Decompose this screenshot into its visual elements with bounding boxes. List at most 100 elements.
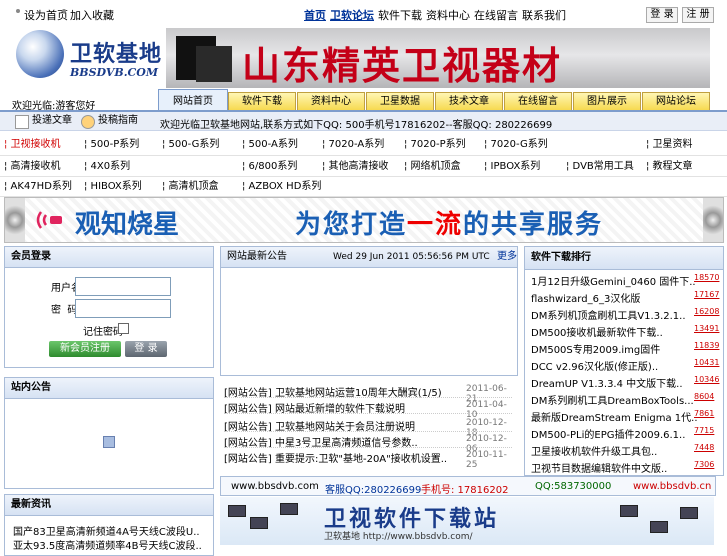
list-item[interactable]: flashwizard_6_3汉化版: [531, 290, 640, 305]
download-site-banner[interactable]: 卫视软件下载站 卫软基地 http://www.bbsdvb.com/: [220, 497, 714, 545]
top-register-button[interactable]: 注 册: [682, 7, 714, 23]
contact-qq: 客服QQ:280226699: [325, 485, 422, 496]
computer-icon: [680, 507, 698, 519]
username-input[interactable]: [75, 277, 171, 296]
list-item[interactable]: 国产83卫星高清新频道4A号天线C波段U..: [13, 523, 200, 538]
top-login-button[interactable]: 登 录: [646, 7, 678, 23]
top-nav: 首页 卫软论坛 软件下载 资料中心 在线留言 联系我们: [304, 7, 570, 23]
cat-ipbox[interactable]: ¦ IPBOX系列: [484, 157, 540, 177]
list-item[interactable]: 卫视节目数据编辑软件中文版..: [531, 460, 667, 475]
list-item[interactable]: 1月12日升级Gemini_0460 固件下..: [531, 273, 696, 288]
top-nav-message[interactable]: 在线留言: [474, 9, 518, 22]
tab-articles[interactable]: 技术文章: [435, 92, 503, 112]
contact-qq2: QQ:583730000: [535, 481, 612, 492]
cat-network-box[interactable]: ¦ 网络机顶盒: [404, 157, 461, 177]
tab-message[interactable]: 在线留言: [504, 92, 572, 112]
login-panel-title: 会员登录: [5, 247, 213, 268]
remember-checkbox[interactable]: [118, 323, 129, 334]
password-input[interactable]: [75, 299, 171, 318]
ad-title-right: 为您打造一流的共享服务: [295, 210, 604, 240]
computer-icon: [228, 505, 246, 517]
cat-azbox[interactable]: ¦ AZBOX HD系列: [242, 177, 321, 197]
top-nav-contact[interactable]: 联系我们: [522, 9, 566, 22]
contact-site2[interactable]: www.bbsdvb.cn: [633, 481, 711, 492]
list-item[interactable]: 最新版DreamStream Enigma 1代..: [531, 409, 698, 424]
cat-hibox[interactable]: ¦ HIBOX系列: [84, 177, 142, 197]
download-ranking-title: 软件下载排行: [525, 247, 723, 270]
bullet-icon: [62, 9, 66, 13]
download-count: 10431: [694, 358, 720, 367]
cat-tutorials[interactable]: ¦ 教程文章: [646, 157, 693, 177]
list-item[interactable]: DM500S专用2009.img固件: [531, 341, 660, 356]
divider: [224, 447, 512, 449]
tab-pictures[interactable]: 图片展示: [573, 92, 641, 112]
contact-phone: 手机号: 17816202: [421, 485, 509, 496]
download-count: 10346: [694, 375, 720, 384]
submit-article-button[interactable]: 投递文章: [14, 114, 72, 129]
list-item[interactable]: DM系列刷机工具DreamBoxTools...: [531, 392, 694, 407]
logo-name: 卫软基地: [70, 41, 163, 67]
cat-receiver[interactable]: ¦ 卫视接收机: [4, 135, 61, 155]
download-count: 16208: [694, 307, 720, 316]
contact-site[interactable]: www.bbsdvb.com: [231, 481, 319, 492]
add-favorite-link[interactable]: 加入收藏: [70, 7, 114, 23]
cat-satellite-data[interactable]: ¦ 卫星资料: [646, 135, 693, 155]
tab-forum[interactable]: 网站论坛: [642, 92, 710, 112]
cat-ak47hd[interactable]: ¦ AK47HD系列: [4, 177, 72, 197]
tab-download[interactable]: 软件下载: [228, 92, 296, 112]
cat-4x0[interactable]: ¦ 4X0系列: [84, 157, 130, 177]
top-nav-docs[interactable]: 资料中心: [426, 9, 470, 22]
news-date: 2010-11-25: [466, 450, 507, 470]
list-item[interactable]: DM500-PLi的EPG插件2009.6.1..: [531, 426, 685, 441]
list-item[interactable]: 卫星接收机软件升级工具包..: [531, 443, 657, 458]
cat-7020a[interactable]: ¦ 7020-A系列: [322, 135, 384, 155]
table-row[interactable]: [网站公告] 重要提示:卫软"基地-20A"接收机设置..: [224, 450, 447, 465]
tab-satellite[interactable]: 卫星数据: [366, 92, 434, 112]
download-count: 7306: [694, 460, 715, 469]
top-nav-forum[interactable]: 卫软论坛: [330, 9, 374, 22]
latest-news-panel: 最新资讯 国产83卫星高清新频道4A号天线C波段U.. 亚太93.5度高清频道频…: [4, 494, 214, 556]
list-item[interactable]: DCC v2.96汉化版(修正版)..: [531, 358, 658, 373]
header-banner[interactable]: 山东精英卫视器材: [166, 28, 710, 88]
logo-domain: BBSDVB.COM: [70, 66, 159, 79]
computer-icon: [650, 521, 668, 533]
cat-7020g[interactable]: ¦ 7020-G系列: [484, 135, 548, 155]
submit-article-label: 投递文章: [32, 115, 72, 126]
cat-500a[interactable]: ¦ 500-A系列: [242, 135, 298, 155]
cat-hd-stb[interactable]: ¦ 高清机顶盒: [162, 177, 219, 197]
ad-banner[interactable]: 观知烧星 为您打造一流的共享服务: [4, 197, 724, 243]
cat-dvb-tools[interactable]: ¦ DVB常用工具: [566, 157, 634, 177]
news-date: 2011-04-10: [466, 400, 507, 420]
divider: [224, 397, 512, 399]
cat-hd-receiver[interactable]: ¦ 高清接收机: [4, 157, 61, 177]
login-button[interactable]: 登 录: [125, 341, 167, 357]
register-button[interactable]: 新会员注册: [49, 341, 121, 357]
top-nav-home[interactable]: 首页: [304, 9, 326, 22]
document-icon: [15, 115, 29, 129]
download-count: 18570: [694, 273, 720, 282]
divider: [224, 413, 512, 415]
cat-500g[interactable]: ¦ 500-G系列: [162, 135, 219, 155]
download-count: 7715: [694, 426, 715, 435]
news-list: [网站公告] 卫软基地网站运营10周年大酬宾(1/5) 2011-06-21 […: [220, 378, 516, 472]
cat-7020p[interactable]: ¦ 7020-P系列: [404, 135, 466, 155]
cat-other-hd[interactable]: ¦ 其他高清接收: [322, 157, 389, 177]
submit-guide-button[interactable]: 投稿指南: [80, 114, 138, 129]
divider: [224, 431, 512, 433]
disc-icon: [703, 198, 723, 242]
cat-6800[interactable]: ¦ 6/800系列: [242, 157, 297, 177]
satellite-dish-icon: [16, 30, 64, 78]
list-item[interactable]: DreamUP V1.3.3.4 中文版下载..: [531, 375, 683, 390]
top-nav-download[interactable]: 软件下载: [378, 9, 422, 22]
tab-docs[interactable]: 资料中心: [297, 92, 365, 112]
list-item[interactable]: DM系列机顶盒刷机工具V1.3.2.1..: [531, 307, 686, 322]
site-announcements-title: 网站最新公告: [227, 251, 287, 262]
cat-500p[interactable]: ¦ 500-P系列: [84, 135, 139, 155]
login-panel: 会员登录 用户名: 密 码: 记住密码 新会员注册 登 录: [4, 246, 214, 368]
announcement-panel: 站内公告: [4, 377, 214, 489]
site-logo[interactable]: 卫软基地 BBSDVB.COM: [14, 28, 164, 88]
list-item[interactable]: DM500接收机最新软件下载..: [531, 324, 663, 339]
site-announcements-panel: 网站最新公告 Wed 29 Jun 2011 05:56:56 PM UTC 更…: [220, 246, 518, 376]
notice-marquee: 欢迎光临卫软基地网站,联系方式如下QQ: 500手机号17816202--客服Q…: [160, 120, 553, 131]
more-link[interactable]: 更多: [497, 247, 517, 267]
